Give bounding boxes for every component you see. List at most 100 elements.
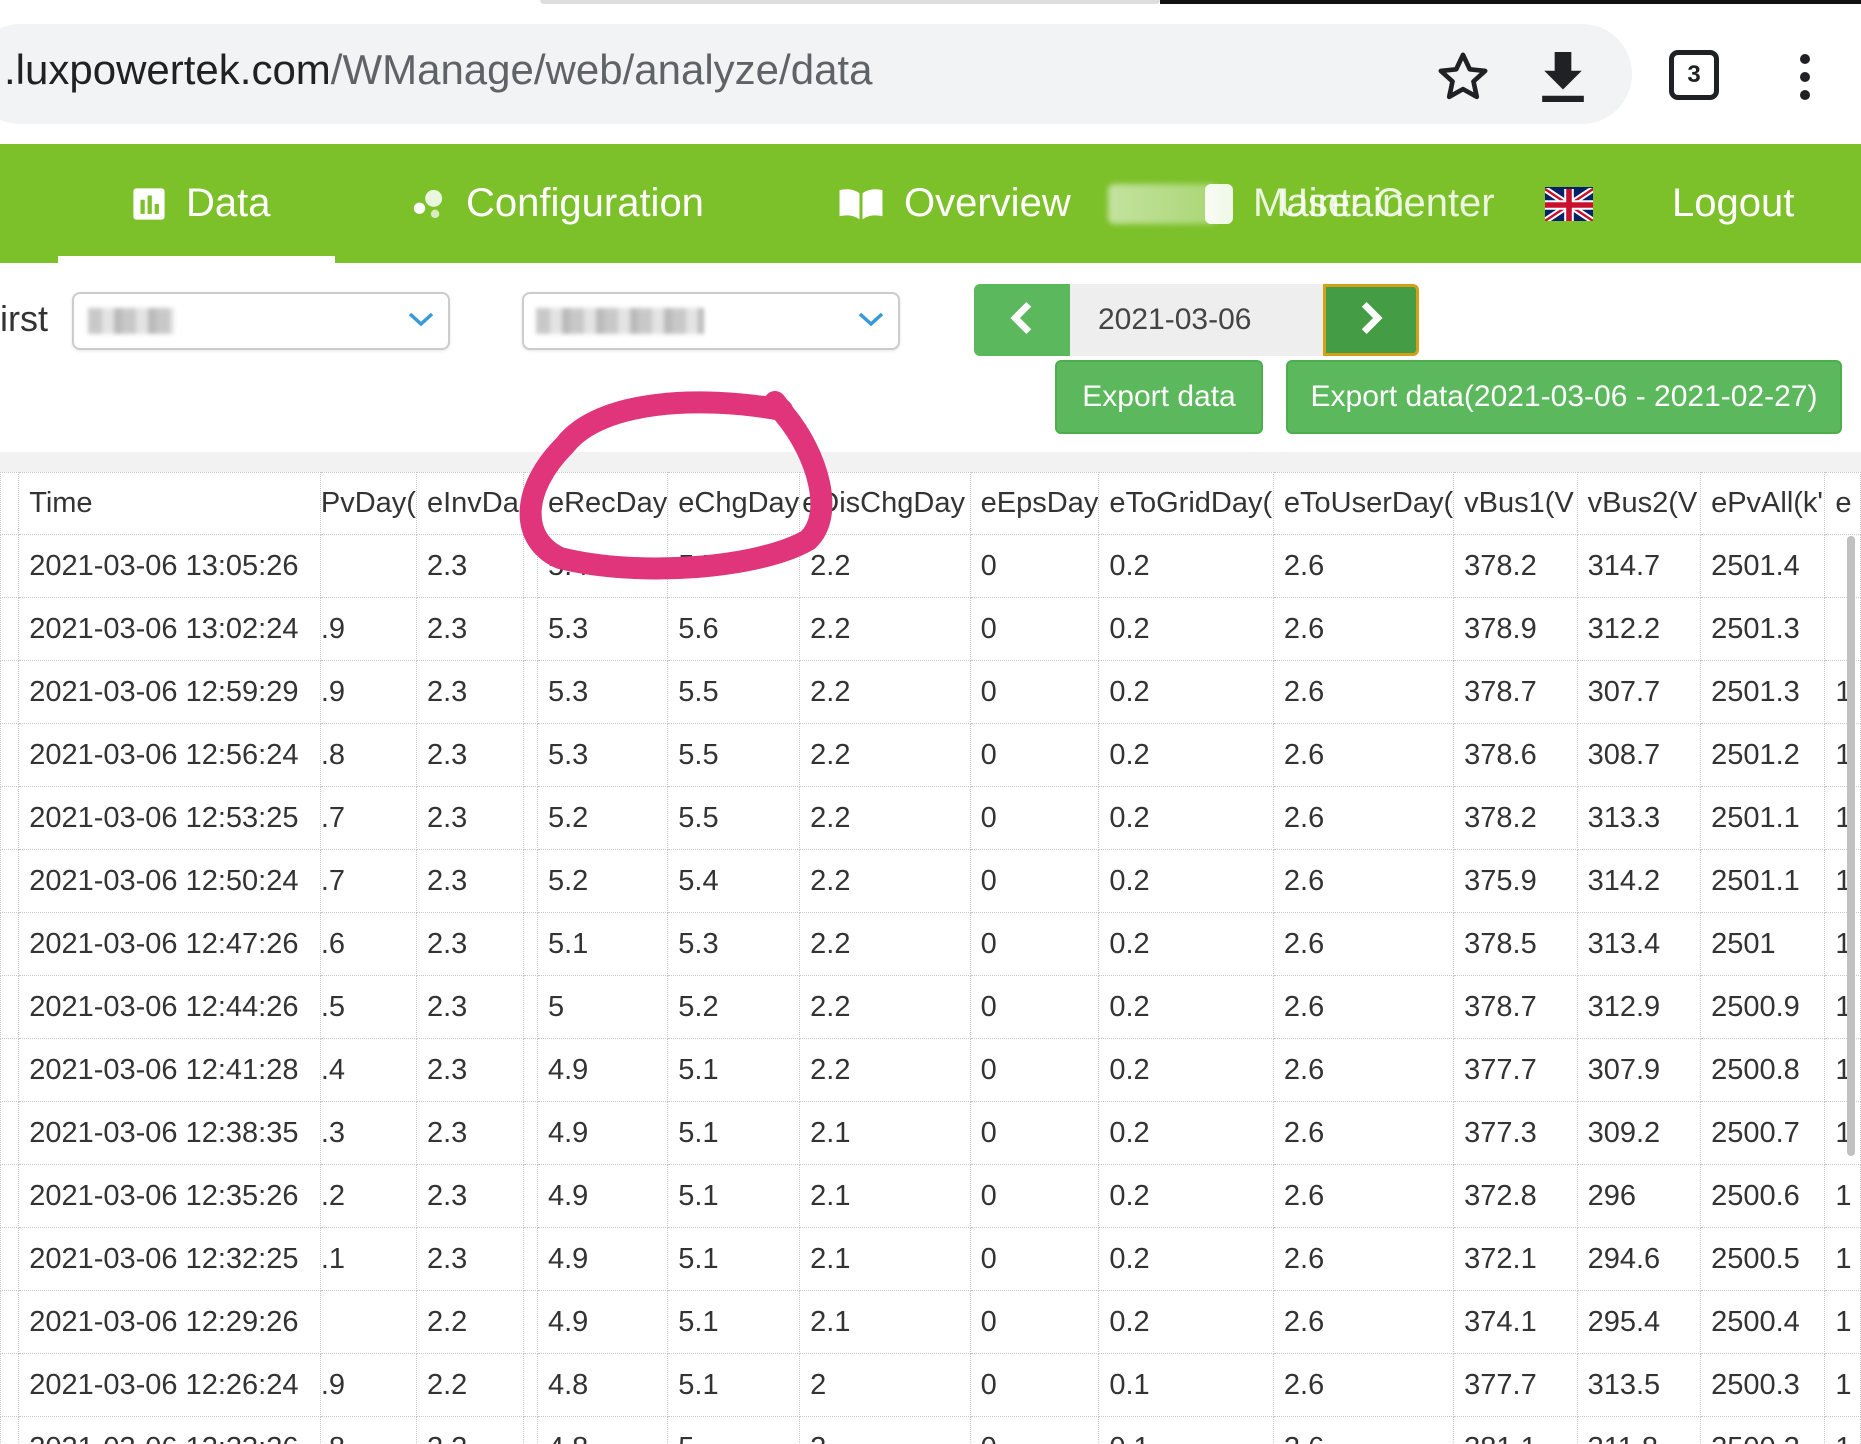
table-cell: 2.2 xyxy=(799,660,971,724)
col-header[interactable]: eEpsDay xyxy=(969,472,1100,535)
nav-data[interactable]: Data xyxy=(132,144,271,263)
table-cell: 2.6 xyxy=(1272,723,1455,787)
address-bar[interactable]: .luxpowertek.com/WManage/web/analyze/dat… xyxy=(0,24,1632,124)
table-row[interactable]: 2021-03-06 12:56:24.8 2.3 5.3 5.5 2.2 0 0.2 2.6… xyxy=(0,723,1861,787)
table-cell: 0.2 xyxy=(1098,1290,1274,1354)
nav-overview-label: Overview xyxy=(904,181,1071,225)
table-row[interactable]: 2021-03-06 12:38:35.3 2.3 4.9 5.1 2.1 0 0.2 2.6… xyxy=(0,1101,1861,1165)
table-cell: 5.1 xyxy=(667,1353,801,1417)
table-row[interactable]: 2021-03-06 12:32:25.1 2.3 4.9 5.1 2.1 0 0.2 2.6… xyxy=(0,1227,1861,1291)
date-input[interactable]: 2021-03-06 xyxy=(1070,284,1323,356)
table-row[interactable]: 2021-03-06 13:05:26 2.3 5.4 5.7 2.2 0 0.2 2.6 37… xyxy=(0,534,1861,598)
chevron-down-icon xyxy=(406,304,436,334)
tab-count: 3 xyxy=(1669,50,1719,100)
col-header[interactable]: PvDay( xyxy=(319,472,417,535)
next-date-button[interactable] xyxy=(1323,284,1419,356)
table-cell: 0 xyxy=(969,534,1100,598)
table-row[interactable]: 2021-03-06 12:29:26 2.2 4.9 5.1 2.1 0 0.2 2.6 37… xyxy=(0,1290,1861,1354)
table-row[interactable]: 2021-03-06 12:59:29.9 2.3 5.3 5.5 2.2 0 0.2 2.6… xyxy=(0,660,1861,724)
col-header[interactable]: vBus2(V xyxy=(1576,472,1702,535)
table-scrollbar[interactable] xyxy=(1847,536,1855,1156)
previous-date-button[interactable] xyxy=(974,284,1070,356)
table-cell xyxy=(0,534,20,598)
browser-chrome: .luxpowertek.com/WManage/web/analyze/dat… xyxy=(0,0,1861,144)
table-cell xyxy=(523,1038,538,1102)
table-cell: 0 xyxy=(969,1038,1100,1102)
device-select[interactable] xyxy=(522,292,900,350)
table-cell: 2.6 xyxy=(1272,1038,1455,1102)
table-row[interactable]: 2021-03-06 12:47:26.6 2.3 5.1 5.3 2.2 0 0.2 2.6… xyxy=(0,912,1861,976)
star-icon[interactable] xyxy=(1428,42,1498,112)
download-icon[interactable] xyxy=(1528,40,1598,114)
table-cell: 2.3 xyxy=(415,912,525,976)
station-select[interactable] xyxy=(72,292,450,350)
export-data-button[interactable]: Export data xyxy=(1055,360,1263,434)
table-cell: 2021-03-06 12:41:28 xyxy=(18,1038,321,1102)
nav-configuration[interactable]: Configuration xyxy=(410,144,704,263)
nav-user-center[interactable]: Maintain User Center xyxy=(1205,144,1495,263)
tabs-icon[interactable]: 3 xyxy=(1663,44,1725,106)
table-cell: 2.6 xyxy=(1272,1101,1455,1165)
table-row[interactable]: 2021-03-06 13:02:24.9 2.3 5.3 5.6 2.2 0 0.2 2.6… xyxy=(0,597,1861,661)
table-cell: 2.6 xyxy=(1272,975,1455,1039)
table-cell: 374.1 xyxy=(1453,1290,1578,1354)
table-cell: 311.8 xyxy=(1576,1416,1702,1444)
table-cell: 2021-03-06 12:29:26 xyxy=(18,1290,321,1354)
nav-overview[interactable]: Overview xyxy=(838,144,1071,263)
col-header[interactable] xyxy=(0,472,20,535)
export-range-button[interactable]: Export data(2021-03-06 - 2021-02-27) xyxy=(1286,360,1842,434)
table-cell: 2.6 xyxy=(1272,912,1455,976)
table-cell xyxy=(0,723,20,787)
table-row[interactable]: 2021-03-06 12:26:24.9 2.2 4.8 5.1 2 0 0.1 2.6 37… xyxy=(0,1353,1861,1417)
menu-icon[interactable] xyxy=(1790,42,1820,112)
table-cell: 5 xyxy=(667,1416,801,1444)
col-header[interactable]: ePvAll(k' xyxy=(1700,472,1826,535)
table-cell: 2 xyxy=(799,1416,971,1444)
table-cell: 5.3 xyxy=(536,723,669,787)
table-cell: 378.6 xyxy=(1453,723,1578,787)
table-row[interactable]: 2021-03-06 12:23:26.82.2 4.85200.12.6381.… xyxy=(0,1416,1861,1444)
table-cell: 0.2 xyxy=(1098,912,1274,976)
table-row[interactable]: 2021-03-06 12:35:26.2 2.3 4.9 5.1 2.1 0 0.2 2.6… xyxy=(0,1164,1861,1228)
table-cell xyxy=(523,1290,538,1354)
col-header[interactable]: eInvDa xyxy=(415,472,525,535)
table-cell: 2.2 xyxy=(799,786,971,850)
table-cell: 0 xyxy=(969,723,1100,787)
table-cell: 2500.2 xyxy=(1700,1416,1826,1444)
col-header[interactable]: eDisChgDay xyxy=(799,472,971,535)
table-cell: 0.2 xyxy=(1098,1101,1274,1165)
table-row[interactable]: 2021-03-06 12:50:24.7 2.3 5.2 5.4 2.2 0 0.2 2.6… xyxy=(0,849,1861,913)
table-cell: 313.3 xyxy=(1576,786,1702,850)
table-cell: .5 xyxy=(319,975,417,1039)
table-cell: .9 xyxy=(319,597,417,661)
nav-logout[interactable]: Logout xyxy=(1672,144,1794,263)
col-header[interactable]: e xyxy=(1824,472,1861,535)
table-row[interactable]: 2021-03-06 12:53:25.7 2.3 5.2 5.5 2.2 0 0.2 2.6… xyxy=(0,786,1861,850)
table-cell: 2.3 xyxy=(415,1038,525,1102)
col-header[interactable]: eToUserDay( xyxy=(1272,472,1455,535)
table-cell: 1 xyxy=(1824,1227,1861,1291)
table-cell: 2 xyxy=(799,1353,971,1417)
table-cell: 2501.3 xyxy=(1700,660,1826,724)
url-text[interactable]: .luxpowertek.com/WManage/web/analyze/dat… xyxy=(4,46,872,94)
table-cell: 2.3 xyxy=(415,1101,525,1165)
col-header[interactable]: eToGridDay( xyxy=(1098,472,1274,535)
table-cell xyxy=(0,1290,20,1354)
col-header[interactable]: eRecDay xyxy=(536,472,669,535)
table-row[interactable]: 2021-03-06 12:44:26.5 2.3 5 5.2 2.2 0 0.2 2.6 37… xyxy=(0,975,1861,1039)
table-cell xyxy=(523,660,538,724)
table-cell: 0 xyxy=(969,597,1100,661)
table-cell: 308.7 xyxy=(1576,723,1702,787)
col-header[interactable]: eChgDay xyxy=(667,472,801,535)
table-row[interactable]: 2021-03-06 12:41:28.4 2.3 4.9 5.1 2.2 0 0.2 2.6… xyxy=(0,1038,1861,1102)
table-cell: 2.1 xyxy=(799,1101,971,1165)
table-cell: 1 xyxy=(1824,1353,1861,1417)
table-cell: 5.1 xyxy=(667,1290,801,1354)
col-header[interactable]: ( xyxy=(523,472,538,535)
table-cell: 5.1 xyxy=(667,1164,801,1228)
col-header[interactable]: vBus1(V xyxy=(1453,472,1578,535)
nav-language[interactable] xyxy=(1545,144,1593,263)
table-cell: 2501.1 xyxy=(1700,849,1826,913)
table-cell: 5.3 xyxy=(536,660,669,724)
col-header[interactable]: Time xyxy=(18,472,321,535)
